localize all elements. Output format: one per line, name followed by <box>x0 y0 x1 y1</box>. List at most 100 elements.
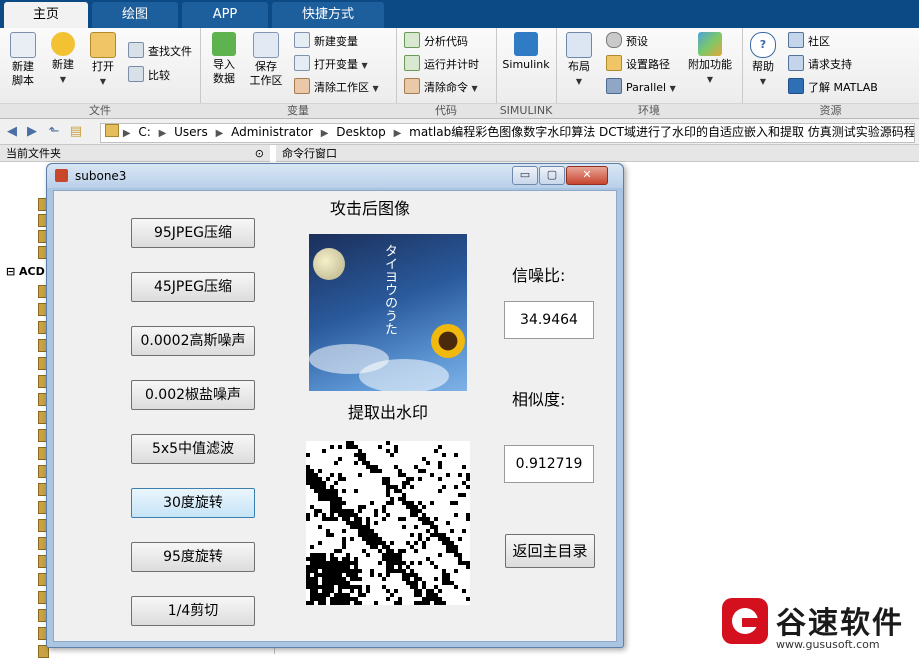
preferences-label: 预设 <box>626 35 648 48</box>
help-button[interactable]: ? 帮助 ▼ <box>748 32 778 89</box>
panel-menu-icon[interactable]: ⊙ <box>255 145 264 162</box>
find-files-button[interactable]: 查找文件 <box>128 42 192 62</box>
tree-node-acd[interactable]: ⊟ ACD <box>6 265 45 278</box>
section-variable: 导入 数据 保存 工作区 新建变量 打开变量 ▼ 清除工作区 ▼ 变量 <box>200 28 397 118</box>
parallel-icon <box>606 78 622 94</box>
find-files-label: 查找文件 <box>148 45 192 58</box>
browse-folder-icon[interactable]: ▤ <box>68 124 84 139</box>
site-watermark-logo: 谷速软件 www.gususoft.com <box>718 598 918 654</box>
set-path-icon <box>606 55 622 71</box>
current-folder-title: 当前文件夹 <box>6 147 61 160</box>
layout-button[interactable]: 布局 ▼ <box>562 32 596 89</box>
matlab-figure-icon <box>55 169 68 182</box>
request-support-button[interactable]: 请求支持 <box>788 55 852 75</box>
figure-titlebar[interactable]: subone3 ▭ ▢ ✕ <box>47 164 623 188</box>
ribbon: 新建 脚本 新建 ▼ 打开 ▼ 查找文件 比较 文件 导入 数据 保存 工作区 新建变量 <box>0 28 919 119</box>
tab-plots[interactable]: 绘图 <box>92 2 178 28</box>
new-variable-button[interactable]: 新建变量 <box>294 32 358 52</box>
section-file: 新建 脚本 新建 ▼ 打开 ▼ 查找文件 比较 文件 <box>0 28 201 118</box>
attack-jpeg95-button[interactable]: 95JPEG压缩 <box>131 218 255 248</box>
run-and-time-icon <box>404 55 420 71</box>
close-button[interactable]: ✕ <box>566 166 608 185</box>
parallel-label: Parallel <box>626 81 667 94</box>
request-support-label: 请求支持 <box>808 58 852 71</box>
breadcrumb-item[interactable]: Desktop <box>336 125 386 139</box>
new-label: 新建 <box>52 58 74 71</box>
breadcrumb-item[interactable]: Users <box>174 125 208 139</box>
section-environment: 布局 ▼ 预设 设置路径 Parallel ▼ 附加功能 ▼ 环境 <box>556 28 743 118</box>
minimize-button[interactable]: ▭ <box>512 166 538 185</box>
import-data-button[interactable]: 导入 数据 <box>206 32 242 86</box>
logo-name: 谷速软件 <box>776 606 904 641</box>
attack-jpeg45-button[interactable]: 45JPEG压缩 <box>131 272 255 302</box>
collapse-icon[interactable]: ⊟ <box>6 265 19 278</box>
clear-commands-button[interactable]: 清除命令 ▼ <box>404 78 478 98</box>
save-workspace-button[interactable]: 保存 工作区 <box>246 32 286 88</box>
up-folder-icon[interactable]: ⬑ <box>46 124 62 139</box>
community-icon <box>788 32 804 48</box>
command-window-title: 命令行窗口 <box>282 147 337 160</box>
snr-value: 34.9464 <box>504 301 594 339</box>
tab-apps[interactable]: APP <box>182 2 268 28</box>
compare-icon <box>128 66 144 82</box>
attack-salt-pepper-button[interactable]: 0.002椒盐噪声 <box>131 380 255 410</box>
learn-matlab-button[interactable]: 了解 MATLAB <box>788 78 878 98</box>
attack-gaussian-noise-button[interactable]: 0.0002高斯噪声 <box>131 326 255 356</box>
new-script-label: 新建 脚本 <box>12 60 34 87</box>
import-arrow-icon <box>212 32 236 56</box>
tab-shortcuts[interactable]: 快捷方式 <box>272 2 384 28</box>
section-code: 分析代码 运行并计时 清除命令 ▼ 代码 <box>396 28 497 118</box>
breadcrumb-item[interactable]: matlab编程彩色图像数字水印算法 DCT域进行了水印的自适应嵌入和提取 仿真… <box>409 125 914 139</box>
attack-median-filter-button[interactable]: 5x5中值滤波 <box>131 434 255 464</box>
attack-rotate30-button[interactable]: 30度旋转 <box>131 488 255 518</box>
clear-workspace-button[interactable]: 清除工作区 ▼ <box>294 78 379 98</box>
figure-title: subone3 <box>75 169 127 183</box>
set-path-button[interactable]: 设置路径 <box>606 55 670 75</box>
moon-shape <box>313 248 345 280</box>
addons-button[interactable]: 附加功能 ▼ <box>684 32 736 87</box>
cloud-shape <box>359 359 449 391</box>
logo-url: www.gususoft.com <box>776 638 880 651</box>
tab-home[interactable]: 主页 <box>4 2 88 28</box>
simulink-label: Simulink <box>502 58 550 71</box>
folder-icon <box>105 124 119 137</box>
similarity-label: 相似度: <box>512 390 566 409</box>
community-label: 社区 <box>808 35 830 48</box>
snr-label: 信噪比: <box>512 266 566 285</box>
open-label: 打开 <box>92 60 114 73</box>
analyze-code-button[interactable]: 分析代码 <box>404 32 468 52</box>
new-button[interactable]: 新建 ▼ <box>46 32 80 87</box>
current-folder-header: 当前文件夹 ⊙ <box>0 145 270 162</box>
open-variable-button[interactable]: 打开变量 ▼ <box>294 55 368 75</box>
return-main-button[interactable]: 返回主目录 <box>505 534 595 568</box>
parallel-button[interactable]: Parallel ▼ <box>606 78 676 98</box>
breadcrumb-item[interactable]: Administrator <box>231 125 313 139</box>
new-variable-label: 新建变量 <box>314 35 358 48</box>
section-variable-label: 变量 <box>200 103 396 118</box>
forward-icon[interactable]: ▶ <box>24 124 40 139</box>
compare-button[interactable]: 比较 <box>128 66 170 86</box>
simulink-icon <box>514 32 538 56</box>
community-button[interactable]: 社区 <box>788 32 830 52</box>
open-button[interactable]: 打开 ▼ <box>86 32 120 89</box>
attack-crop-button[interactable]: 1/4剪切 <box>131 596 255 626</box>
clear-workspace-icon <box>294 78 310 94</box>
save-workspace-icon <box>253 32 279 58</box>
save-workspace-label: 保存 工作区 <box>249 60 283 87</box>
breadcrumb-item[interactable]: C: <box>138 125 150 139</box>
breadcrumb[interactable]: ▶ C: ▶ Users ▶ Administrator ▶ Desktop ▶… <box>100 123 915 143</box>
new-script-button[interactable]: 新建 脚本 <box>6 32 40 88</box>
simulink-button[interactable]: Simulink <box>502 32 550 72</box>
set-path-label: 设置路径 <box>626 58 670 71</box>
new-variable-icon <box>294 32 310 48</box>
addons-label: 附加功能 <box>688 58 732 71</box>
back-icon[interactable]: ◀ <box>4 124 20 139</box>
maximize-button[interactable]: ▢ <box>539 166 565 185</box>
run-and-time-button[interactable]: 运行并计时 <box>404 55 479 75</box>
section-environment-label: 环境 <box>556 103 742 118</box>
figure-window: subone3 ▭ ▢ ✕ 95JPEG压缩 45JPEG压缩 0.0002高斯… <box>46 163 624 648</box>
preferences-button[interactable]: 预设 <box>606 32 648 52</box>
section-file-label: 文件 <box>0 103 200 118</box>
attack-rotate95-button[interactable]: 95度旋转 <box>131 542 255 572</box>
learn-matlab-icon <box>788 78 804 94</box>
